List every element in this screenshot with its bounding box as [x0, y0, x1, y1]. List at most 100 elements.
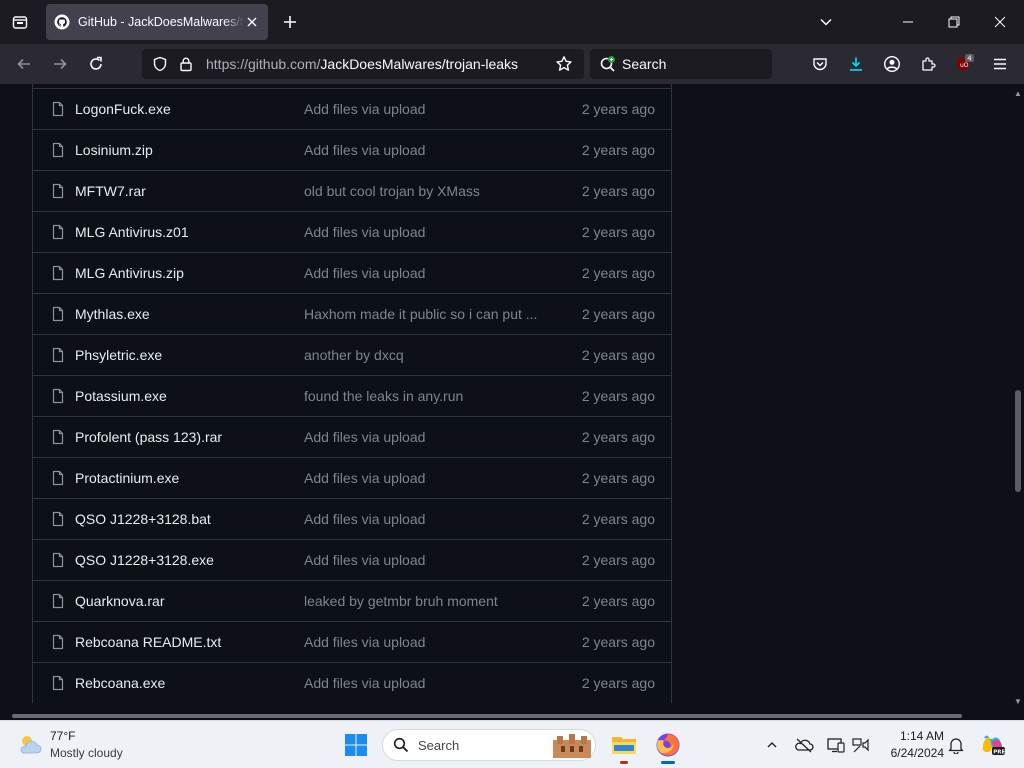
file-row[interactable]: Rebcoana.exe Add files via upload 2 years … [33, 662, 671, 703]
file-row[interactable]: Protactinium.exe Add files via upload 2 ye… [33, 457, 671, 498]
search-bar[interactable]: Search [590, 49, 772, 79]
extension-badge-count: 4 [967, 55, 972, 63]
pocket-icon[interactable] [808, 52, 832, 76]
commit-age: 2 years ago [581, 347, 655, 363]
bookmark-star-icon[interactable] [552, 52, 576, 76]
file-row[interactable]: MFTW7.rar old but cool trojan by XMass 2 y… [33, 170, 671, 211]
commit-message-link[interactable]: Add files via upload [304, 634, 425, 650]
file-row[interactable]: Potassium.exe found the leaks in any.run 2… [33, 375, 671, 416]
downloads-icon[interactable] [844, 52, 868, 76]
file-name-link[interactable]: Mythlas.exe [75, 306, 150, 322]
weather-temperature[interactable]: 77°F [50, 729, 75, 743]
minimize-button[interactable] [888, 8, 928, 36]
commit-age: 2 years ago [581, 552, 655, 568]
svg-text:PRE: PRE [993, 749, 1005, 755]
onedrive-offline-icon[interactable] [794, 735, 814, 755]
file-row[interactable]: QSO J1228+3128.exe Add files via upload 2 … [33, 539, 671, 580]
commit-message-link[interactable]: Add files via upload [304, 675, 425, 691]
new-tab-icon[interactable] [278, 10, 302, 34]
reload-icon[interactable] [84, 52, 108, 76]
file-name-link[interactable]: MFTW7.rar [75, 183, 146, 199]
close-tab-icon[interactable] [244, 14, 260, 30]
file-name-link[interactable]: Profolent (pass 123).rar [75, 429, 222, 445]
commit-message-link[interactable]: another by dxcq [304, 347, 404, 363]
copilot-icon[interactable]: PRE [976, 729, 1008, 761]
file-row[interactable]: Profolent (pass 123).rar Add files via up… [33, 416, 671, 457]
ublock-origin-icon[interactable]: uO 4 [952, 52, 976, 76]
file-icon [52, 183, 64, 199]
weather-description[interactable]: Mostly cloudy [50, 746, 123, 760]
close-window-button[interactable] [980, 8, 1020, 36]
show-hidden-icons-chevron-icon[interactable] [762, 735, 782, 755]
commit-message-link[interactable]: Add files via upload [304, 142, 425, 158]
tab-list-icon[interactable] [8, 10, 32, 34]
menu-hamburger-icon[interactable] [988, 52, 1012, 76]
file-name-link[interactable]: LogonFuck.exe [75, 101, 171, 117]
scrollbar-thumb[interactable] [1015, 390, 1021, 492]
restore-button[interactable] [934, 8, 974, 36]
file-name-link[interactable]: Rebcoana README.txt [75, 634, 221, 650]
commit-message-link[interactable]: Add files via upload [304, 511, 425, 527]
file-row[interactable]: MLG Antivirus.z01 Add files via upload 2 y… [33, 211, 671, 252]
file-row[interactable]: Quarknova.rar leaked by getmbr bruh momen… [33, 580, 671, 621]
file-name-link[interactable]: QSO J1228+3128.exe [75, 552, 214, 568]
clock-date[interactable]: 6/24/2024 [870, 746, 944, 760]
commit-message-link[interactable]: Haxhom made it public so i can put ... [304, 306, 537, 322]
notification-bell-icon[interactable] [946, 735, 966, 755]
browser-navbar: https://github.com/JackDoesMalwares/troj… [0, 44, 1024, 84]
commit-message-link[interactable]: found the leaks in any.run [304, 388, 463, 404]
commit-message-link[interactable]: Add files via upload [304, 265, 425, 281]
file-name-link[interactable]: MLG Antivirus.zip [75, 265, 184, 281]
file-name-link[interactable]: Protactinium.exe [75, 470, 179, 486]
file-row[interactable]: Phsyletric.exe another by dxcq 2 years ago [33, 334, 671, 375]
commit-message-link[interactable]: Add files via upload [304, 224, 425, 240]
file-name-link[interactable]: MLG Antivirus.z01 [75, 224, 189, 240]
commit-message-link[interactable]: Add files via upload [304, 101, 425, 117]
back-arrow-icon[interactable] [12, 52, 36, 76]
vertical-scrollbar[interactable]: ▲ ▼ [1012, 84, 1024, 720]
url-text[interactable]: https://github.com/JackDoesMalwares/troj… [206, 56, 518, 72]
commit-message-link[interactable]: leaked by getmbr bruh moment [304, 593, 498, 609]
file-row[interactable]: QSO J1228+3128.bat Add files via upload 2 … [33, 498, 671, 539]
file-name-link[interactable]: Losinium.zip [75, 142, 153, 158]
list-all-tabs-chevron-icon[interactable] [814, 10, 838, 34]
file-row[interactable]: LogonFuck.exe Add files via upload 2 years… [33, 88, 671, 129]
account-icon[interactable] [880, 52, 904, 76]
file-name-link[interactable]: Quarknova.rar [75, 593, 164, 609]
commit-message-link[interactable]: Add files via upload [304, 552, 425, 568]
lock-icon[interactable] [174, 52, 198, 76]
clock-time[interactable]: 1:14 AM [884, 729, 944, 743]
file-icon [52, 593, 64, 609]
file-icon [52, 265, 64, 281]
commit-age: 2 years ago [581, 388, 655, 404]
browser-titlebar: GitHub - JackDoesMalwares/trojan-leaks [0, 0, 1024, 44]
file-name-link[interactable]: Rebcoana.exe [75, 675, 165, 691]
file-name-link[interactable]: QSO J1228+3128.bat [75, 511, 211, 527]
forward-arrow-icon[interactable] [48, 52, 72, 76]
file-row[interactable]: Mythlas.exe Haxhom made it public so i ca… [33, 293, 671, 334]
file-name-link[interactable]: Potassium.exe [75, 388, 167, 404]
scroll-down-arrow-icon[interactable]: ▼ [1014, 698, 1022, 706]
tab-github[interactable]: GitHub - JackDoesMalwares/trojan-leaks [46, 4, 268, 40]
commit-age: 2 years ago [581, 101, 655, 117]
file-row[interactable]: Rebcoana README.txt Add files via upload 2… [33, 621, 671, 662]
firefox-icon[interactable] [652, 729, 684, 764]
extensions-puzzle-icon[interactable] [916, 52, 940, 76]
network-speaker-icon[interactable] [852, 735, 872, 755]
display-icon[interactable] [826, 735, 846, 755]
address-bar[interactable]: https://github.com/JackDoesMalwares/troj… [142, 49, 584, 79]
file-explorer-icon[interactable] [608, 729, 640, 764]
horizontal-scrollbar[interactable] [12, 714, 962, 718]
commit-message-link[interactable]: Add files via upload [304, 470, 425, 486]
commit-message-link[interactable]: old but cool trojan by XMass [304, 183, 480, 199]
file-row[interactable]: Losinium.zip Add files via upload 2 years … [33, 129, 671, 170]
tracking-protection-shield-icon[interactable] [148, 52, 172, 76]
file-name-link[interactable]: Phsyletric.exe [75, 347, 162, 363]
svg-text:uO: uO [960, 62, 969, 69]
weather-cloud-icon[interactable] [14, 729, 46, 761]
windows-start-icon[interactable] [340, 729, 372, 761]
file-row[interactable]: MLG Antivirus.zip Add files via upload 2 y… [33, 252, 671, 293]
commit-message-link[interactable]: Add files via upload [304, 429, 425, 445]
scroll-up-arrow-icon[interactable]: ▲ [1014, 90, 1022, 98]
taskbar-search-box[interactable]: Search [382, 729, 596, 761]
